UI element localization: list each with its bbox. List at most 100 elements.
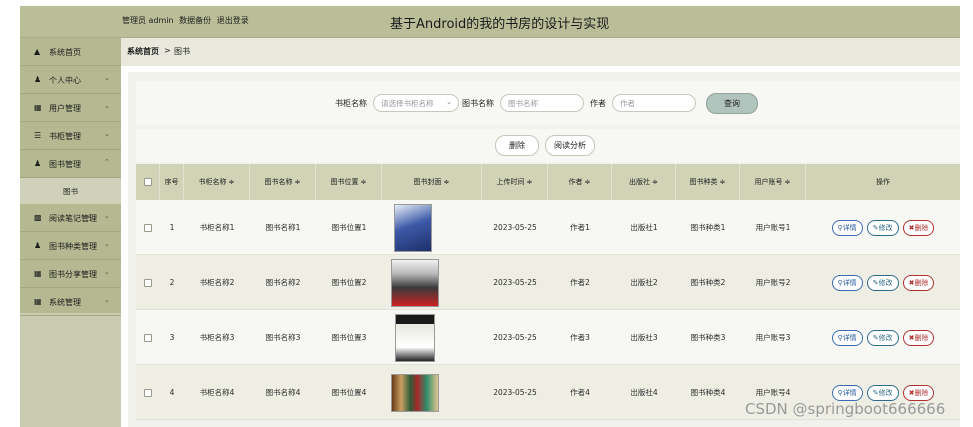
book-cover-image[interactable]	[391, 258, 439, 307]
delete-row-button[interactable]: ✖删除	[902, 274, 935, 291]
top-header: 管理员 admin 数据备份 退出登录 基于Android的我的书房的设计与实现	[20, 6, 960, 38]
sidebar-item-notes[interactable]: ▩ 阅读笔记管理 ⌄ ☝	[20, 204, 121, 232]
edit-button[interactable]: ✎修改	[866, 219, 899, 236]
header-book-name[interactable]: 图书名称 ≑	[250, 164, 316, 200]
admin-label: 管理员 admin	[122, 16, 174, 25]
cell-cabinet: 书柜名称3	[199, 333, 235, 342]
sidebar-item-home[interactable]: ▲ 系统首页	[20, 38, 121, 66]
row-checkbox[interactable]	[144, 333, 152, 342]
logout-link[interactable]: 退出登录	[217, 16, 249, 25]
cell-author: 作者2	[570, 278, 590, 287]
breadcrumb-home[interactable]: 系统首页	[127, 46, 159, 57]
delete-row-button[interactable]: ✖删除	[902, 384, 935, 401]
header-account[interactable]: 用户账号 ≑	[740, 164, 806, 200]
cell-account: 用户账号1	[755, 223, 791, 232]
book-name-input[interactable]: 图书名称	[500, 94, 584, 112]
book-cover-image[interactable]	[391, 373, 439, 412]
detail-button[interactable]: ⚲详情	[831, 219, 863, 236]
sidebar-item-books[interactable]: ♟ 图书管理 ⌃	[20, 150, 121, 178]
cell-actions: ⚲详情 ✎修改 ✖删除	[806, 310, 960, 365]
cell-location: 图书位置4	[331, 388, 367, 397]
row-checkbox[interactable]	[144, 278, 152, 287]
row-checkbox[interactable]	[144, 223, 152, 232]
header-publisher[interactable]: 出版社 ≑	[612, 164, 676, 200]
row-checkbox[interactable]	[144, 388, 152, 397]
chevron-down-icon: ⌄	[104, 74, 110, 82]
table-row: 3 书柜名称3 图书名称3 图书位置3 2023-05-25 作者3 出版社3 …	[136, 310, 960, 365]
cell-category: 图书种类3	[690, 333, 726, 342]
header-cabinet[interactable]: 书柜名称 ≑	[184, 164, 250, 200]
cabinet-select-placeholder: 请选择书柜名称	[381, 99, 434, 108]
cell-cabinet: 书柜名称2	[199, 278, 235, 287]
sidebar-item-sharing[interactable]: ▦ 图书分享管理 ⌄	[20, 260, 121, 288]
sidebar-item-label: 书柜管理	[49, 132, 81, 141]
cell-actions: ⚲详情 ✎修改 ✖删除	[806, 200, 960, 255]
cell-upload-time: 2023-05-25	[493, 278, 537, 287]
detail-button[interactable]: ⚲详情	[831, 274, 863, 291]
sidebar-item-label: 系统首页	[49, 48, 81, 57]
delete-button[interactable]: 删除	[495, 135, 539, 156]
grid-icon: ▦	[34, 103, 42, 112]
sidebar-item-label: 图书分享管理	[49, 270, 97, 279]
app-window: 管理员 admin 数据备份 退出登录 基于Android的我的书房的设计与实现…	[0, 0, 960, 427]
cell-book-name: 图书名称1	[265, 223, 301, 232]
table-row: 2 书柜名称2 图书名称2 图书位置2 2023-05-25 作者2 出版社2 …	[136, 255, 960, 310]
chevron-down-icon: ⌄	[104, 130, 110, 138]
book-cover-image[interactable]	[394, 203, 432, 252]
cell-category: 图书种类1	[690, 223, 726, 232]
cell-upload-time: 2023-05-25	[493, 223, 537, 232]
delete-row-button[interactable]: ✖删除	[902, 329, 935, 346]
sidebar-item-label: 系统管理	[49, 298, 81, 307]
hand-cursor-icon: ☝	[86, 213, 93, 224]
cabinet-select[interactable]: 请选择书柜名称 ⌄	[373, 94, 459, 112]
header-actions: 操作	[876, 178, 890, 186]
header-category[interactable]: 图书种类 ≑	[676, 164, 740, 200]
sidebar-item-system[interactable]: ▦ 系统管理 ⌄	[20, 288, 121, 316]
cell-upload-time: 2023-05-25	[493, 388, 537, 397]
chevron-down-icon: ⌄	[104, 268, 110, 276]
edit-button[interactable]: ✎修改	[866, 384, 899, 401]
reading-analysis-button[interactable]: 阅读分析	[545, 135, 595, 156]
table-header: 序号 书柜名称 ≑ 图书名称 ≑ 图书位置 ≑ 图书封面 ≑ 上传时间 ≑ 作者…	[136, 164, 960, 200]
select-all-checkbox[interactable]	[143, 178, 152, 186]
detail-button[interactable]: ⚲详情	[831, 384, 863, 401]
header-author[interactable]: 作者 ≑	[548, 164, 612, 200]
chevron-down-icon: ⌄	[104, 212, 110, 220]
cell-publisher: 出版社2	[630, 278, 658, 287]
cell-index: 1	[169, 223, 175, 232]
chevron-down-icon: ⌄	[104, 240, 110, 248]
cell-index: 4	[169, 388, 175, 397]
header-cover[interactable]: 图书封面 ≑	[382, 164, 482, 200]
sidebar-item-label: 用户管理	[49, 104, 81, 113]
sidebar-item-profile[interactable]: ♟ 个人中心 ⌄	[20, 66, 121, 94]
cell-publisher: 出版社3	[630, 333, 658, 342]
chevron-up-icon: ⌃	[104, 158, 110, 166]
query-button[interactable]: 查询	[706, 93, 758, 114]
book-name-placeholder: 图书名称	[508, 99, 538, 108]
cell-author: 作者1	[570, 223, 590, 232]
home-icon: ▲	[34, 47, 41, 56]
sidebar-item-label: 图书管理	[49, 160, 81, 169]
edit-button[interactable]: ✎修改	[866, 329, 899, 346]
edit-button[interactable]: ✎修改	[866, 274, 899, 291]
book-cover-image[interactable]	[395, 313, 435, 362]
sidebar-subitem-books[interactable]: 图书	[20, 178, 121, 204]
author-placeholder: 作者	[620, 99, 635, 108]
header-select-all[interactable]	[136, 164, 160, 200]
author-input[interactable]: 作者	[612, 94, 696, 112]
backup-link[interactable]: 数据备份	[179, 16, 211, 25]
sidebar-item-cabinets[interactable]: ☰ 书柜管理 ⌄	[20, 122, 121, 150]
detail-button[interactable]: ⚲详情	[831, 329, 863, 346]
sidebar-item-users[interactable]: ▦ 用户管理 ⌄	[20, 94, 121, 122]
cell-location: 图书位置1	[331, 223, 367, 232]
sidebar-item-categories[interactable]: ♟ 图书种类管理 ⌄	[20, 232, 121, 260]
header-location[interactable]: 图书位置 ≑	[316, 164, 382, 200]
chart-icon: ▩	[34, 213, 42, 222]
list-icon: ☰	[34, 131, 42, 140]
delete-row-button[interactable]: ✖删除	[902, 219, 935, 236]
cell-index: 3	[169, 333, 175, 342]
cell-index: 2	[169, 278, 175, 287]
cell-location: 图书位置2	[331, 278, 367, 287]
header-upload-time[interactable]: 上传时间 ≑	[482, 164, 548, 200]
cell-category: 图书种类2	[690, 278, 726, 287]
